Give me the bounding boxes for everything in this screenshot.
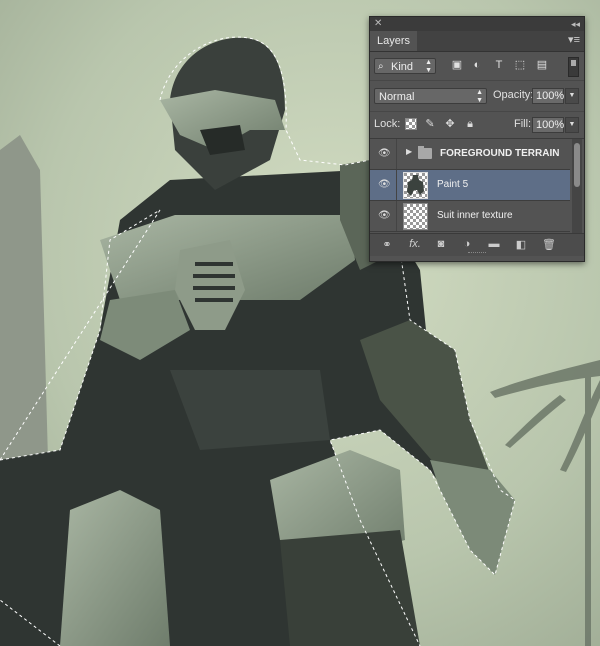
chevron-updown-icon: ▲ ▼ — [425, 59, 432, 74]
layer-thumbnail[interactable] — [403, 203, 428, 230]
layers-bottom-toolbar: ⚭ fx. ◙ ◑ ▬ ◧ 🗑︎ — [370, 233, 584, 256]
layer-thumbnail[interactable] — [403, 172, 428, 199]
disclosure-triangle-icon[interactable]: ▶ — [406, 147, 412, 156]
scrollbar-thumb[interactable] — [574, 143, 580, 187]
fill-dropdown-icon[interactable]: ▼ — [565, 117, 579, 133]
link-icon[interactable]: ⚭ — [380, 238, 394, 251]
mask-icon[interactable]: ◙ — [434, 238, 448, 250]
fill-field[interactable]: 100% — [532, 117, 564, 133]
divider — [396, 139, 397, 169]
shape-filter-icon[interactable]: ⬚ — [513, 58, 527, 72]
opacity-label: Opacity: — [493, 89, 534, 101]
panel-menu-icon[interactable]: ▾≡ — [568, 33, 580, 46]
opacity-dropdown-icon[interactable]: ▼ — [565, 88, 579, 104]
adjustment-icon[interactable]: ◑ — [460, 238, 474, 250]
lock-all-icon[interactable]: 🔒︎ — [464, 118, 476, 130]
new-layer-icon[interactable]: ◧ — [514, 238, 528, 251]
panel-titlebar[interactable]: ✕ ◂◂ — [370, 17, 584, 31]
lock-position-icon[interactable]: ✥ — [444, 118, 456, 130]
layer-row-suit-inner-texture[interactable]: 👁︎ Suit inner texture — [370, 201, 570, 232]
blend-mode-select[interactable]: Normal ▲ ▼ — [374, 88, 487, 104]
type-filter-icon[interactable]: T — [492, 58, 506, 72]
filter-kind-select[interactable]: ⌕ Kind ▲ ▼ — [374, 58, 436, 74]
layer-row-paint-5[interactable]: 👁︎ Paint 5 — [370, 170, 570, 201]
opacity-field[interactable]: 100% — [532, 88, 564, 104]
filter-kind-label: Kind — [391, 61, 414, 73]
smart-object-filter-icon[interactable]: ▤ — [535, 58, 549, 72]
tab-layers[interactable]: Layers — [370, 31, 418, 51]
new-group-icon[interactable]: ▬ — [487, 238, 501, 250]
search-icon: ⌕ — [378, 61, 384, 72]
panel-tab-row: Layers ▾≡ — [370, 31, 584, 52]
folder-icon — [418, 146, 432, 159]
blend-mode-value: Normal — [379, 91, 415, 103]
lock-image-pixels-icon[interactable]: ✎ — [424, 118, 436, 130]
lock-transparent-pixels-icon[interactable] — [405, 118, 417, 130]
layer-name[interactable]: Suit inner texture — [437, 210, 513, 221]
divider — [396, 201, 397, 231]
layer-name[interactable]: Paint 5 — [437, 179, 468, 190]
layers-list[interactable]: 👁︎ ▶ FOREGROUND TERRAIN 👁︎ Paint 5 👁︎ Su… — [370, 139, 584, 233]
layer-row-foreground-terrain[interactable]: 👁︎ ▶ FOREGROUND TERRAIN — [370, 139, 570, 170]
eye-icon[interactable]: 👁︎ — [378, 210, 391, 221]
layers-panel[interactable]: ✕ ◂◂ Layers ▾≡ ⌕ Kind ▲ ▼ ▣ ◐ T ⬚ ▤ Norma… — [369, 16, 585, 262]
trash-icon[interactable]: 🗑︎ — [542, 238, 556, 251]
blend-row: Normal ▲ ▼ Opacity: 100% ▼ — [370, 81, 584, 112]
filter-row: ⌕ Kind ▲ ▼ ▣ ◐ T ⬚ ▤ — [370, 52, 584, 81]
resize-grip[interactable] — [468, 252, 486, 256]
adjustment-filter-icon[interactable]: ◐ — [470, 58, 484, 72]
fill-label: Fill: — [514, 118, 532, 130]
collapse-icon[interactable]: ◂◂ — [571, 17, 580, 31]
fx-icon[interactable]: fx. — [408, 238, 422, 250]
image-filter-icon[interactable]: ▣ — [450, 58, 464, 72]
lock-row: Lock: ✎ ✥ 🔒︎ Fill: 100% ▼ — [370, 112, 584, 139]
layers-scrollbar[interactable] — [572, 139, 582, 233]
divider — [396, 170, 397, 200]
eye-icon[interactable]: 👁︎ — [378, 148, 391, 159]
robot-thumbnail-icon — [407, 175, 424, 196]
eye-icon[interactable]: 👁︎ — [378, 179, 391, 190]
lock-label: Lock: — [374, 118, 401, 130]
filter-toggle[interactable] — [568, 57, 579, 77]
layer-name[interactable]: FOREGROUND TERRAIN — [440, 148, 559, 159]
chevron-updown-icon: ▲ ▼ — [476, 89, 483, 104]
close-icon[interactable]: ✕ — [374, 17, 382, 31]
